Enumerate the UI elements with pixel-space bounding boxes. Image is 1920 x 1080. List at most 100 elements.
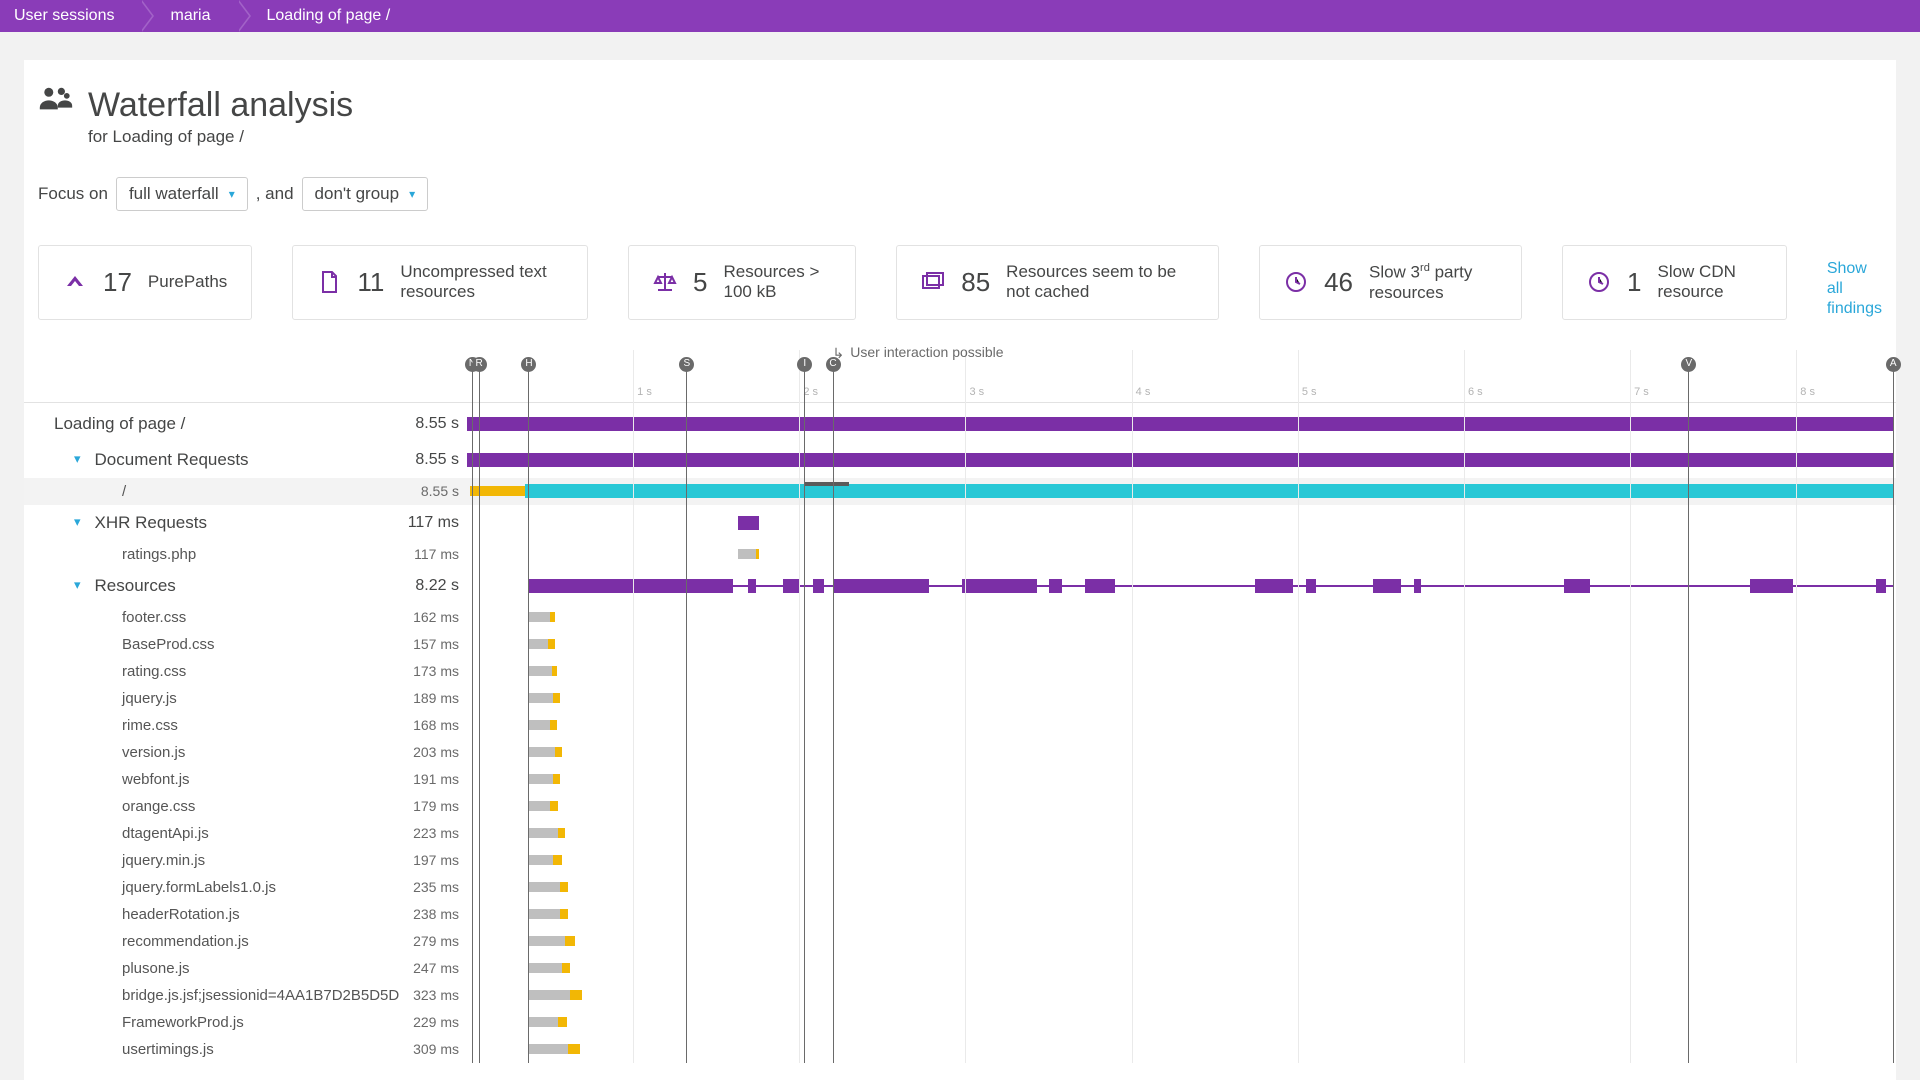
chevron-down-icon: ▾ xyxy=(409,187,415,201)
finding-label: Uncompressed text resources xyxy=(400,262,563,302)
show-all-findings-link[interactable]: Show allfindings xyxy=(1827,245,1882,320)
waterfall-resource-row[interactable]: jquery.js189 ms xyxy=(24,685,1896,712)
row-chart xyxy=(467,541,1896,568)
breadcrumb-user[interactable]: maria xyxy=(140,0,236,32)
row-label: / xyxy=(24,478,399,505)
waterfall-resource-row[interactable]: rime.css168 ms xyxy=(24,712,1896,739)
row-label: ▾XHR Requests xyxy=(24,505,399,541)
row-label: recommendation.js xyxy=(24,928,399,955)
waterfall-resource-row[interactable]: dtagentApi.js223 ms xyxy=(24,820,1896,847)
document-icon xyxy=(317,270,341,294)
row-chart xyxy=(467,658,1896,685)
finding-count: 17 xyxy=(103,267,132,298)
finding-tile-1[interactable]: 11 Uncompressed text resources xyxy=(292,245,588,320)
page-title: Waterfall analysis xyxy=(88,86,353,125)
row-label: plusone.js xyxy=(24,955,399,982)
waterfall-resource-row[interactable]: jquery.formLabels1.0.js235 ms xyxy=(24,874,1896,901)
waterfall-resource-row[interactable]: version.js203 ms xyxy=(24,739,1896,766)
dropdown-value: don't group xyxy=(315,184,400,204)
breadcrumb-current[interactable]: Loading of page / xyxy=(237,0,417,32)
waterfall-resource-row[interactable]: recommendation.js279 ms xyxy=(24,928,1896,955)
row-chart xyxy=(467,478,1896,505)
waterfall-resource-row[interactable]: FrameworkProd.js229 ms xyxy=(24,1009,1896,1036)
breadcrumb-user-sessions[interactable]: User sessions xyxy=(0,0,140,32)
row-time: 223 ms xyxy=(399,820,467,847)
finding-count: 11 xyxy=(357,267,384,298)
waterfall-group-row[interactable]: Loading of page /8.55 s xyxy=(24,406,1896,442)
clock-icon xyxy=(1284,270,1308,294)
row-time: 173 ms xyxy=(399,658,467,685)
focus-group-dropdown[interactable]: don't group ▾ xyxy=(302,177,429,211)
users-icon xyxy=(38,86,74,112)
row-label: usertimings.js xyxy=(24,1036,399,1063)
row-label: bridge.js.jsf;jsessionid=4AA1B7D2B5D5D5.… xyxy=(24,982,399,1009)
row-chart xyxy=(467,766,1896,793)
row-time: 235 ms xyxy=(399,874,467,901)
waterfall-resource-row[interactable]: plusone.js247 ms xyxy=(24,955,1896,982)
finding-label: Resources > 100 kB xyxy=(723,262,831,302)
main-panel: Waterfall analysis for Loading of page /… xyxy=(24,60,1896,1080)
waterfall-group-row[interactable]: ▾Document Requests8.55 s xyxy=(24,442,1896,478)
row-label: ratings.php xyxy=(24,541,399,568)
axis-tick: 2 s xyxy=(803,386,818,398)
finding-label: Slow CDN resource xyxy=(1657,262,1761,302)
focus-label: Focus on xyxy=(38,184,108,204)
axis-tick: 1 s xyxy=(637,386,652,398)
row-chart xyxy=(467,874,1896,901)
row-chart xyxy=(467,604,1896,631)
waterfall-group-row[interactable]: ▾Resources8.22 s xyxy=(24,568,1896,604)
waterfall-resource-row[interactable]: BaseProd.css157 ms xyxy=(24,631,1896,658)
row-time: 229 ms xyxy=(399,1009,467,1036)
waterfall-resource-row[interactable]: webfont.js191 ms xyxy=(24,766,1896,793)
axis-tick: 7 s xyxy=(1634,386,1649,398)
row-label: rime.css xyxy=(24,712,399,739)
chevron-down-icon: ▾ xyxy=(229,187,235,201)
row-time: 157 ms xyxy=(399,631,467,658)
user-interaction-possible-label: ↳User interaction possible xyxy=(833,344,1004,361)
waterfall-resource-row[interactable]: bridge.js.jsf;jsessionid=4AA1B7D2B5D5D5.… xyxy=(24,982,1896,1009)
finding-tile-4[interactable]: 46Slow 3rd party resources xyxy=(1259,245,1522,320)
row-label: jquery.formLabels1.0.js xyxy=(24,874,399,901)
finding-tile-0[interactable]: 17 PurePaths xyxy=(38,245,252,320)
axis-tick: 8 s xyxy=(1800,386,1815,398)
focus-joiner: , and xyxy=(256,184,294,204)
row-label: ▾Resources xyxy=(24,568,399,604)
row-chart xyxy=(467,982,1896,1009)
finding-count: 1 xyxy=(1627,267,1641,298)
row-label: version.js xyxy=(24,739,399,766)
finding-tile-5[interactable]: 1 Slow CDN resource xyxy=(1562,245,1787,320)
row-time: 309 ms xyxy=(399,1036,467,1063)
dropdown-value: full waterfall xyxy=(129,184,219,204)
finding-tile-2[interactable]: 5Resources > 100 kB xyxy=(628,245,856,320)
waterfall-resource-row[interactable]: footer.css162 ms xyxy=(24,604,1896,631)
row-time: 247 ms xyxy=(399,955,467,982)
waterfall-group-row[interactable]: ▾XHR Requests117 ms xyxy=(24,505,1896,541)
finding-tile-3[interactable]: 85Resources seem to be not cached xyxy=(896,245,1219,320)
breadcrumb-label: User sessions xyxy=(14,7,114,25)
waterfall-resource-row[interactable]: jquery.min.js197 ms xyxy=(24,847,1896,874)
waterfall-resource-row[interactable]: ratings.php117 ms xyxy=(24,541,1896,568)
row-time: 117 ms xyxy=(399,505,467,541)
scale-icon xyxy=(653,270,677,294)
waterfall-resource-row[interactable]: orange.css179 ms xyxy=(24,793,1896,820)
waterfall-resource-row[interactable]: /8.55 s xyxy=(24,478,1896,505)
row-label: FrameworkProd.js xyxy=(24,1009,399,1036)
waterfall-resource-row[interactable]: rating.css173 ms xyxy=(24,658,1896,685)
finding-label: PurePaths xyxy=(148,272,227,292)
finding-label: Resources seem to be not cached xyxy=(1006,262,1194,302)
finding-label: Slow 3rd party resources xyxy=(1369,262,1497,303)
waterfall: 1 s2 s3 s4 s5 s6 s7 s8 s↳User interactio… xyxy=(24,350,1896,1063)
cache-icon xyxy=(921,270,945,294)
waterfall-rows: Loading of page /8.55 s▾Document Request… xyxy=(24,406,1896,1063)
purepath-icon xyxy=(63,270,87,294)
waterfall-resource-row[interactable]: usertimings.js309 ms xyxy=(24,1036,1896,1063)
row-chart xyxy=(467,406,1896,442)
row-label: ▾Document Requests xyxy=(24,442,399,478)
breadcrumb-label: maria xyxy=(170,7,210,25)
row-label: Loading of page / xyxy=(24,406,399,442)
row-time: 8.22 s xyxy=(399,568,467,604)
axis-tick: 5 s xyxy=(1302,386,1317,398)
focus-waterfall-dropdown[interactable]: full waterfall ▾ xyxy=(116,177,248,211)
row-chart xyxy=(467,955,1896,982)
waterfall-resource-row[interactable]: headerRotation.js238 ms xyxy=(24,901,1896,928)
